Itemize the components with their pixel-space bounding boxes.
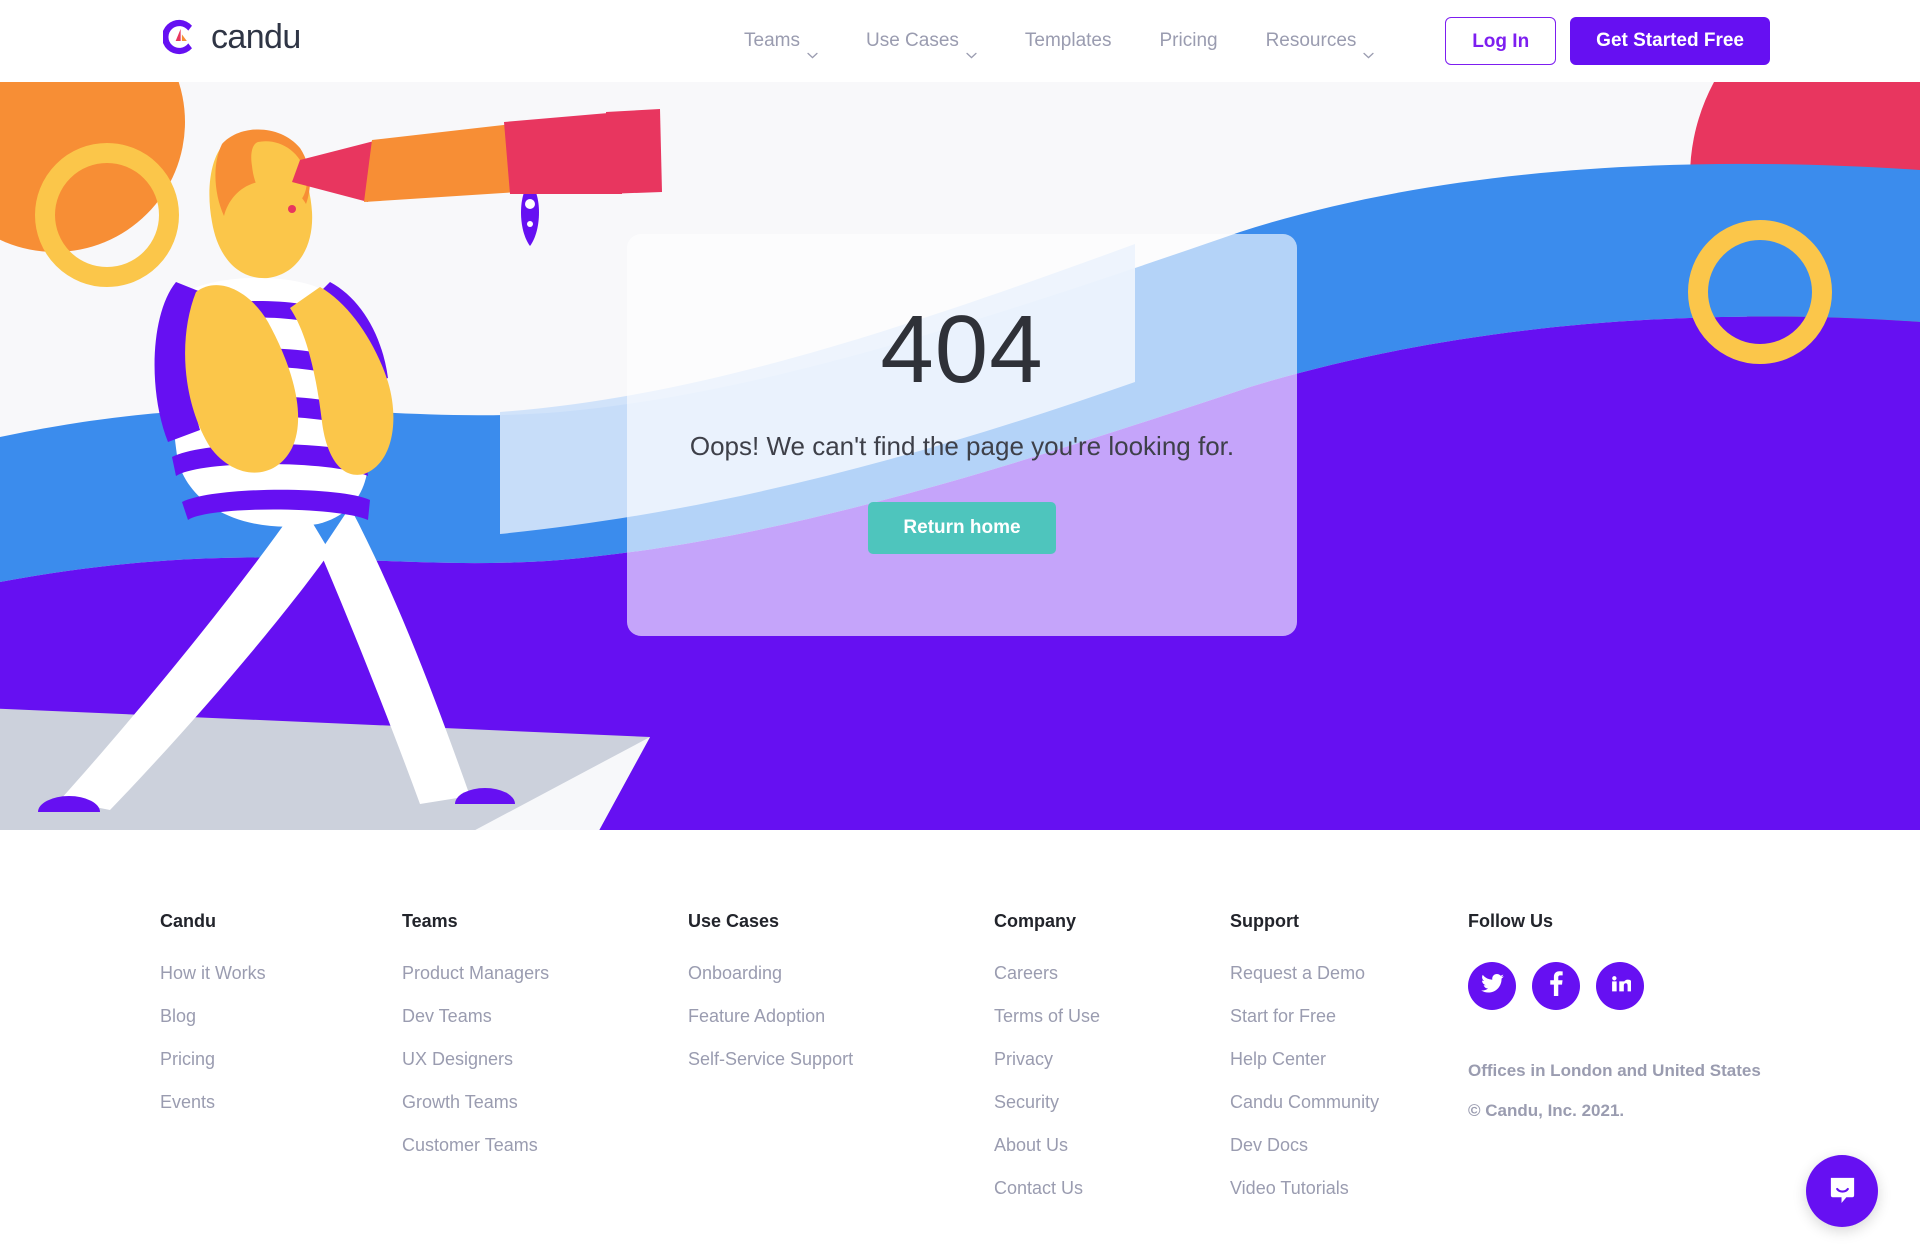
- footer-link[interactable]: Start for Free: [1230, 1005, 1468, 1027]
- facebook-icon: [1549, 971, 1563, 1001]
- footer-column-follow-us: Follow Us Offices in London and United S…: [1468, 910, 1768, 1220]
- chevron-down-icon: [1363, 39, 1375, 58]
- site-footer: Candu How it Works Blog Pricing Events T…: [0, 830, 1920, 1257]
- footer-column-title: Candu: [160, 911, 216, 931]
- nav-label-pricing: Pricing: [1159, 30, 1218, 51]
- nav-label-templates: Templates: [1024, 30, 1112, 51]
- footer-column-title: Teams: [402, 911, 458, 931]
- nav-item-teams[interactable]: Teams: [720, 26, 842, 58]
- brand-logo-link[interactable]: candu: [163, 18, 301, 56]
- header-actions: Log In Get Started Free: [1445, 17, 1770, 65]
- footer-link[interactable]: Pricing: [160, 1048, 402, 1070]
- footer-link[interactable]: Blog: [160, 1005, 402, 1027]
- nav-label-use-cases: Use Cases: [865, 30, 959, 51]
- footer-link[interactable]: Product Managers: [402, 962, 688, 984]
- error-code: 404: [880, 296, 1044, 403]
- intercom-chat-icon: [1827, 1173, 1858, 1209]
- candu-logo-mark-icon: [163, 18, 201, 56]
- facebook-link[interactable]: [1532, 962, 1580, 1010]
- footer-column-title: Support: [1230, 911, 1299, 931]
- nav-label-teams: Teams: [744, 30, 800, 51]
- footer-link[interactable]: Help Center: [1230, 1048, 1468, 1070]
- footer-link[interactable]: Contact Us: [994, 1177, 1230, 1199]
- footer-link[interactable]: How it Works: [160, 962, 402, 984]
- nav-item-resources[interactable]: Resources: [1242, 26, 1399, 58]
- primary-navigation: Teams Use Cases Templates Pricing Resour…: [720, 26, 1399, 58]
- error-message: Oops! We can't find the page you're look…: [689, 431, 1235, 461]
- nav-label-resources: Resources: [1265, 30, 1357, 51]
- offices-text: Offices in London and United States: [1468, 1061, 1761, 1080]
- footer-link[interactable]: Request a Demo: [1230, 962, 1468, 984]
- login-button[interactable]: Log In: [1445, 17, 1557, 65]
- footer-link[interactable]: Terms of Use: [994, 1005, 1230, 1027]
- nav-item-pricing[interactable]: Pricing: [1136, 26, 1242, 56]
- footer-link[interactable]: Events: [160, 1091, 402, 1113]
- chevron-down-icon: [807, 39, 818, 58]
- footer-link[interactable]: Onboarding: [688, 962, 994, 984]
- footer-column-candu: Candu How it Works Blog Pricing Events: [160, 910, 402, 1220]
- copyright-text: © Candu, Inc. 2021.: [1468, 1101, 1625, 1120]
- twitter-link[interactable]: [1468, 962, 1516, 1010]
- footer-column-support: Support Request a Demo Start for Free He…: [1230, 910, 1468, 1220]
- footer-link[interactable]: Video Tutorials: [1230, 1177, 1468, 1199]
- linkedin-icon: [1610, 973, 1632, 999]
- nav-item-templates[interactable]: Templates: [1001, 26, 1136, 56]
- footer-column-title: Use Cases: [688, 911, 780, 931]
- footer-link[interactable]: Privacy: [994, 1048, 1230, 1070]
- brand-name: candu: [211, 18, 301, 56]
- social-links: [1468, 962, 1768, 1010]
- get-started-free-button[interactable]: Get Started Free: [1570, 17, 1770, 65]
- footer-column-teams: Teams Product Managers Dev Teams UX Desi…: [402, 910, 688, 1220]
- footer-link[interactable]: UX Designers: [402, 1048, 688, 1070]
- footer-link[interactable]: About Us: [994, 1134, 1230, 1156]
- footer-link[interactable]: Dev Docs: [1230, 1134, 1468, 1156]
- footer-column-use-cases: Use Cases Onboarding Feature Adoption Se…: [688, 910, 994, 1220]
- footer-column-title: Follow Us: [1468, 911, 1553, 931]
- footer-link[interactable]: Growth Teams: [402, 1091, 688, 1113]
- chat-launcher-button[interactable]: [1806, 1155, 1878, 1227]
- footer-link[interactable]: Customer Teams: [402, 1134, 688, 1156]
- footer-link[interactable]: Careers: [994, 962, 1230, 984]
- footer-link[interactable]: Candu Community: [1230, 1091, 1468, 1113]
- footer-link[interactable]: Feature Adoption: [688, 1005, 994, 1027]
- twitter-icon: [1480, 974, 1504, 998]
- hero-404-section: 404 Oops! We can't find the page you're …: [0, 82, 1920, 830]
- return-home-button[interactable]: Return home: [868, 502, 1056, 554]
- footer-column-title: Company: [994, 911, 1077, 931]
- chevron-down-icon: [966, 39, 977, 58]
- footer-link[interactable]: Dev Teams: [402, 1005, 688, 1027]
- footer-link[interactable]: Security: [994, 1091, 1230, 1113]
- nav-item-use-cases[interactable]: Use Cases: [842, 26, 1001, 58]
- site-header: candu Teams Use Cases Templates Pricing …: [0, 0, 1920, 82]
- linkedin-link[interactable]: [1596, 962, 1644, 1010]
- footer-link[interactable]: Self-Service Support: [688, 1048, 994, 1070]
- error-card: 404 Oops! We can't find the page you're …: [627, 234, 1297, 636]
- footer-column-company: Company Careers Terms of Use Privacy Sec…: [994, 910, 1230, 1220]
